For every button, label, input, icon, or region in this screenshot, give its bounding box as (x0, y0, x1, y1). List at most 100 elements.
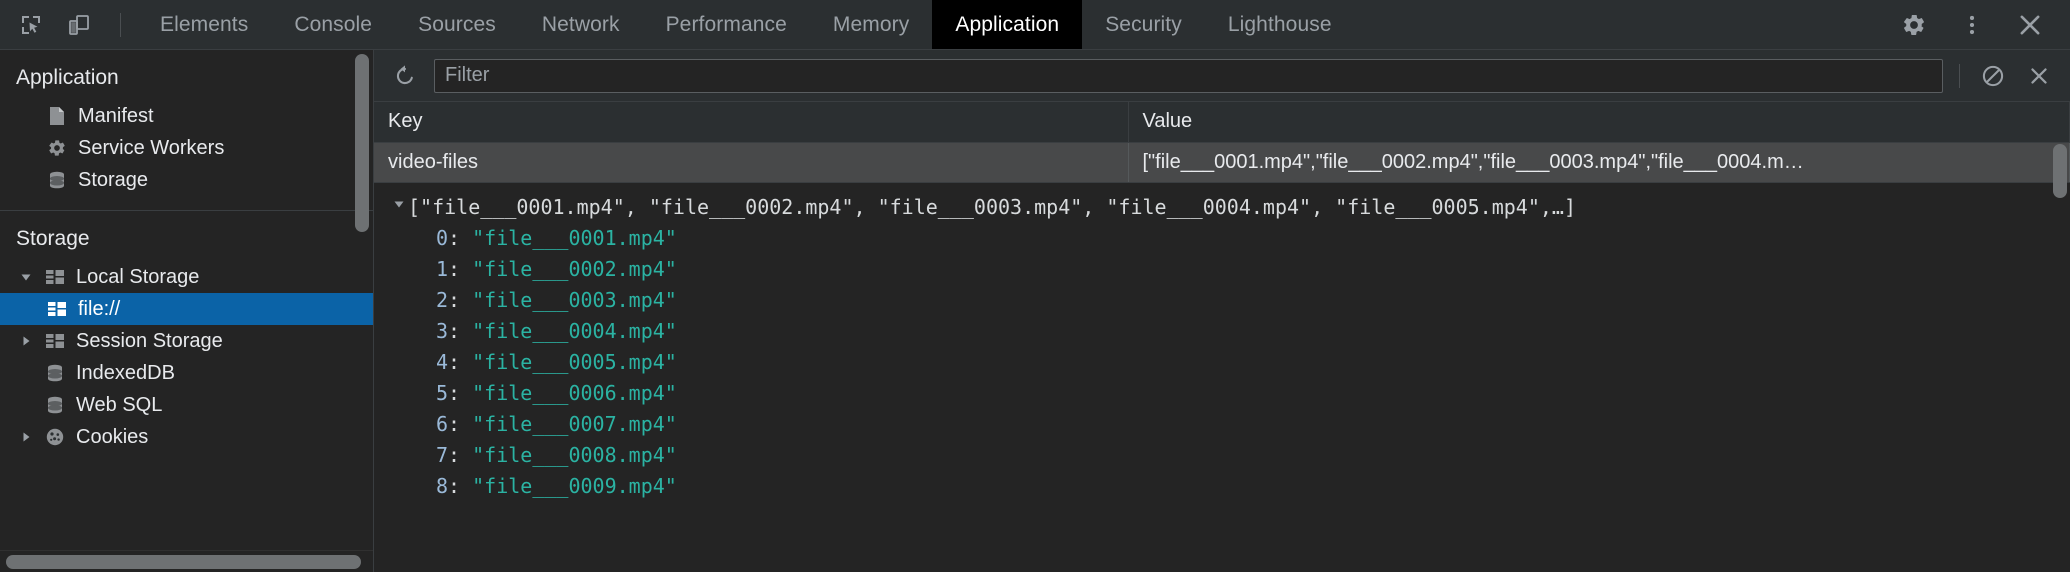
device-toolbar-icon[interactable] (62, 8, 96, 42)
chevron-down-icon[interactable] (18, 269, 34, 285)
delete-icon[interactable] (2022, 59, 2056, 93)
table-icon (44, 330, 66, 352)
preview-entry[interactable]: 3: "file___0004.mp4" (374, 319, 2070, 350)
cell-value[interactable]: ["file___0001.mp4","file___0002.mp4","fi… (1128, 142, 2070, 182)
sidebar-item-storage[interactable]: Storage (0, 164, 373, 196)
table-vertical-scrollbar[interactable] (2053, 144, 2067, 216)
application-sidebar: Application Manifest Service Workers Sto… (0, 50, 374, 572)
inspect-element-icon[interactable] (14, 8, 48, 42)
sidebar-horizontal-scrollbar-thumb[interactable] (6, 555, 361, 569)
sidebar-item-file-origin[interactable]: file:// (0, 293, 373, 325)
preview-entry-index: 6 (436, 412, 449, 436)
preview-entry[interactable]: 0: "file___0001.mp4" (374, 226, 2070, 257)
preview-root-row[interactable]: ["file___0001.mp4", "file___0002.mp4", "… (374, 195, 2070, 226)
preview-entry-value: "file___0005.mp4" (472, 350, 677, 374)
sidebar-horizontal-scrollbar[interactable] (0, 550, 373, 572)
sidebar-group-application: Application Manifest Service Workers Sto… (0, 50, 373, 208)
document-icon (46, 105, 68, 127)
database-icon (46, 169, 68, 191)
sidebar-item-session-storage[interactable]: Session Storage (0, 325, 373, 357)
preview-entry-colon: : (448, 381, 473, 405)
sidebar-scroll-area: Application Manifest Service Workers Sto… (0, 50, 373, 550)
preview-entry[interactable]: 5: "file___0006.mp4" (374, 381, 2070, 412)
tab-elements[interactable]: Elements (137, 0, 271, 49)
preview-entry-colon: : (448, 257, 473, 281)
preview-entry[interactable]: 7: "file___0008.mp4" (374, 443, 2070, 474)
tab-memory[interactable]: Memory (810, 0, 932, 49)
more-options-icon[interactable] (1954, 7, 1990, 43)
chevron-down-icon[interactable] (390, 195, 408, 210)
preview-entry-value: "file___0008.mp4" (472, 443, 677, 467)
close-icon[interactable] (2012, 7, 2048, 43)
preview-entry[interactable]: 8: "file___0009.mp4" (374, 474, 2070, 505)
sidebar-item-indexeddb[interactable]: IndexedDB (0, 357, 373, 389)
gear-icon[interactable] (1896, 7, 1932, 43)
storage-panel: Key Value video-files ["file___0001.mp4"… (374, 50, 2070, 572)
storage-table: Key Value video-files ["file___0001.mp4"… (374, 102, 2070, 182)
tab-label: Application (955, 12, 1060, 36)
preview-entry-colon: : (448, 288, 473, 312)
tab-security[interactable]: Security (1082, 0, 1205, 49)
preview-entry[interactable]: 6: "file___0007.mp4" (374, 412, 2070, 443)
tab-sources[interactable]: Sources (395, 0, 519, 49)
storage-table-wrapper: Key Value video-files ["file___0001.mp4"… (374, 102, 2070, 198)
column-header-value[interactable]: Value (1128, 102, 2070, 143)
sidebar-item-label: Cookies (76, 425, 149, 448)
table-vertical-scrollbar-thumb[interactable] (2053, 144, 2067, 198)
value-preview-pane: ["file___0001.mp4", "file___0002.mp4", "… (374, 183, 2070, 572)
preview-entry[interactable]: 1: "file___0002.mp4" (374, 257, 2070, 288)
preview-entry-colon: : (448, 412, 473, 436)
table-icon (44, 266, 66, 288)
table-body: video-files ["file___0001.mp4","file___0… (374, 142, 2070, 182)
chevron-right-icon[interactable] (18, 333, 34, 349)
preview-entry-colon: : (448, 350, 473, 374)
preview-entry-colon: : (448, 443, 473, 467)
preview-entry-index: 0 (436, 226, 449, 250)
preview-entry-value: "file___0004.mp4" (472, 319, 677, 343)
tab-lighthouse[interactable]: Lighthouse (1205, 0, 1355, 49)
sidebar-item-manifest[interactable]: Manifest (0, 100, 373, 132)
sidebar-group-storage: Storage Local Storage file:// Session St… (0, 211, 373, 465)
table-header-row: Key Value (374, 102, 2070, 143)
sidebar-item-cookies[interactable]: Cookies (0, 421, 373, 453)
tab-label: Sources (418, 12, 496, 36)
devtools-tabbar: Elements Console Sources Network Perform… (0, 0, 2070, 50)
preview-entry-index: 8 (436, 474, 449, 498)
tab-label: Elements (160, 12, 249, 36)
sidebar-item-label: Service Workers (78, 136, 225, 159)
sidebar-vertical-scrollbar[interactable] (355, 54, 369, 524)
sidebar-item-local-storage[interactable]: Local Storage (0, 261, 373, 293)
tab-label: Network (541, 12, 620, 36)
preview-entry-index: 7 (436, 443, 449, 467)
sidebar-item-service-workers[interactable]: Service Workers (0, 132, 373, 164)
sidebar-section-title-storage: Storage (16, 227, 90, 250)
twisty-placeholder (18, 397, 34, 413)
preview-entry[interactable]: 2: "file___0003.mp4" (374, 288, 2070, 319)
table-header: Key Value (374, 102, 2070, 143)
storage-toolbar (374, 50, 2070, 102)
filter-input[interactable] (434, 58, 1943, 93)
tabbar-separator (120, 12, 121, 37)
preview-entry-value: "file___0002.mp4" (472, 257, 677, 281)
sidebar-item-label: IndexedDB (76, 361, 175, 384)
refresh-icon[interactable] (388, 59, 422, 93)
preview-array-summary: ["file___0001.mp4", "file___0002.mp4", "… (408, 195, 1576, 219)
preview-entry-value: "file___0009.mp4" (472, 474, 677, 498)
chevron-right-icon[interactable] (18, 429, 34, 445)
clear-all-icon[interactable] (1976, 59, 2010, 93)
cell-key[interactable]: video-files (374, 142, 1129, 182)
tab-network[interactable]: Network (519, 0, 643, 49)
devtools-body: Application Manifest Service Workers Sto… (0, 50, 2070, 572)
column-header-key[interactable]: Key (374, 102, 1129, 143)
tab-application[interactable]: Application (932, 0, 1083, 49)
sidebar-item-web-sql[interactable]: Web SQL (0, 389, 373, 421)
sidebar-vertical-scrollbar-thumb[interactable] (355, 54, 369, 232)
table-row[interactable]: video-files ["file___0001.mp4","file___0… (374, 142, 2070, 182)
preview-entry-index: 3 (436, 319, 449, 343)
sidebar-item-label: file:// (78, 297, 121, 320)
twisty-placeholder (18, 365, 34, 381)
tab-performance[interactable]: Performance (643, 0, 810, 49)
preview-entry[interactable]: 4: "file___0005.mp4" (374, 350, 2070, 381)
tab-console[interactable]: Console (271, 0, 395, 49)
sidebar-section-title-application: Application (16, 66, 119, 89)
